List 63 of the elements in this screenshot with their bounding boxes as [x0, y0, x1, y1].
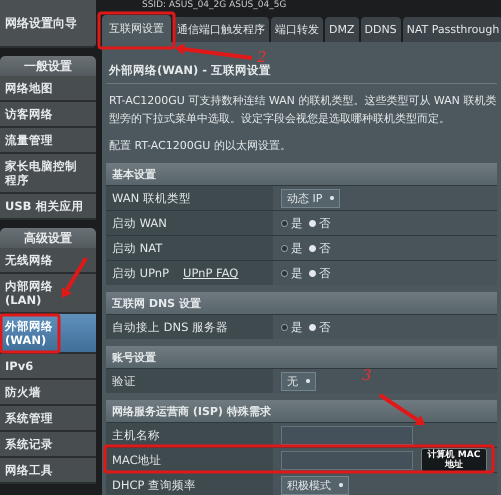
radio-option[interactable]: 否	[309, 266, 331, 280]
section-header: 一般设置	[0, 56, 96, 76]
radio-option[interactable]: 是	[281, 240, 303, 256]
tab[interactable]: 互联网设置	[102, 15, 171, 42]
radio-option[interactable]: 否	[309, 320, 331, 334]
field-label: WAN 联机类型	[106, 186, 273, 210]
sidebar-item[interactable]: IPv6	[0, 354, 96, 380]
dropdown[interactable]: 动态 IP	[281, 188, 340, 208]
description-text: RT-AC1200GU 可支持数种连结 WAN 的联机类型。这些类型可从 WAN 联机类型旁的下拉式菜单中选取。设定字段会视您是选取哪种联机类型而定。	[108, 93, 497, 127]
field-label: 启动 WAN	[106, 211, 273, 235]
option-label: 否	[319, 216, 331, 230]
step-number: 2	[257, 48, 267, 66]
sidebar-item[interactable]: 访客网络	[0, 102, 96, 128]
field-label: DHCP 查询频率	[106, 473, 273, 495]
option-label: 是	[291, 216, 303, 230]
radio-option[interactable]: 是	[281, 320, 303, 334]
field-label: 验证	[106, 369, 273, 393]
sidebar-item[interactable]: 家长电脑控制程序	[0, 154, 96, 194]
field-label: 自动接上 DNS 服务器	[106, 315, 273, 339]
dropdown[interactable]: 积极模式	[281, 476, 349, 494]
sidebar-item[interactable]: 网络设置向导	[0, 0, 96, 48]
option-label: 是	[291, 266, 303, 280]
dropdown-value: 动态 IP	[287, 190, 322, 206]
tab[interactable]: DMZ	[325, 17, 358, 42]
option-label: 是	[291, 320, 303, 334]
sidebar-item[interactable]: 无线网络	[0, 248, 96, 274]
field-label: 主机名称	[106, 423, 273, 447]
field-label: MAC地址	[106, 448, 273, 472]
sidebar-item[interactable]: USB 相关应用	[0, 194, 96, 220]
section-header: 高级设置	[0, 228, 96, 248]
config-note: 配置 RT-AC1200GU 的以太网设置。	[109, 138, 292, 153]
dropdown-value: 积极模式	[287, 478, 331, 492]
section-header: 基本设置	[106, 163, 497, 185]
radio-option[interactable]: 是	[281, 216, 303, 230]
radio-option[interactable]: 否	[309, 240, 331, 256]
section-header: 网络服务运营商 (ISP) 特殊需求	[106, 400, 497, 422]
dropdown-value: 无	[287, 374, 298, 388]
tab[interactable]: DDNS	[360, 17, 401, 42]
sidebar-item[interactable]: 系统管理	[0, 406, 96, 432]
faq-link[interactable]: UPnP FAQ	[183, 266, 238, 280]
radio-option[interactable]: 是	[281, 266, 303, 280]
sidebar-item[interactable]: 系统记录	[0, 432, 96, 458]
sidebar-item[interactable]: 流量管理	[0, 128, 96, 154]
option-label: 否	[319, 240, 331, 256]
tab[interactable]: 通信端口触发程序	[173, 17, 269, 42]
sidebar-item[interactable]: 网络地图	[0, 76, 96, 102]
field-label: 启动 NAT	[106, 236, 273, 260]
radio-option[interactable]: 否	[309, 216, 331, 230]
sidebar-item[interactable]: 网络工具	[0, 458, 96, 484]
step-number: 3	[362, 366, 372, 384]
sidebar-item[interactable]: 防火墙	[0, 380, 96, 406]
sidebar-item[interactable]: 内部网络(LAN)	[0, 274, 96, 314]
tab[interactable]: NAT Passthrough	[402, 17, 501, 42]
tab[interactable]: 端口转发	[271, 17, 323, 42]
option-label: 是	[291, 240, 303, 256]
mac-button[interactable]: 计算机 MAC 地址	[421, 448, 487, 472]
ssid-text: SSID: ASUS_04_2G ASUS_04_5G	[141, 0, 288, 12]
field-label: 启动 UPnP	[112, 266, 170, 280]
section-header: 互联网 DNS 设置	[106, 292, 497, 314]
section-header: 账号设置	[106, 346, 497, 368]
dropdown[interactable]: 无	[281, 372, 316, 390]
option-label: 否	[319, 320, 331, 334]
option-label: 否	[319, 266, 331, 280]
